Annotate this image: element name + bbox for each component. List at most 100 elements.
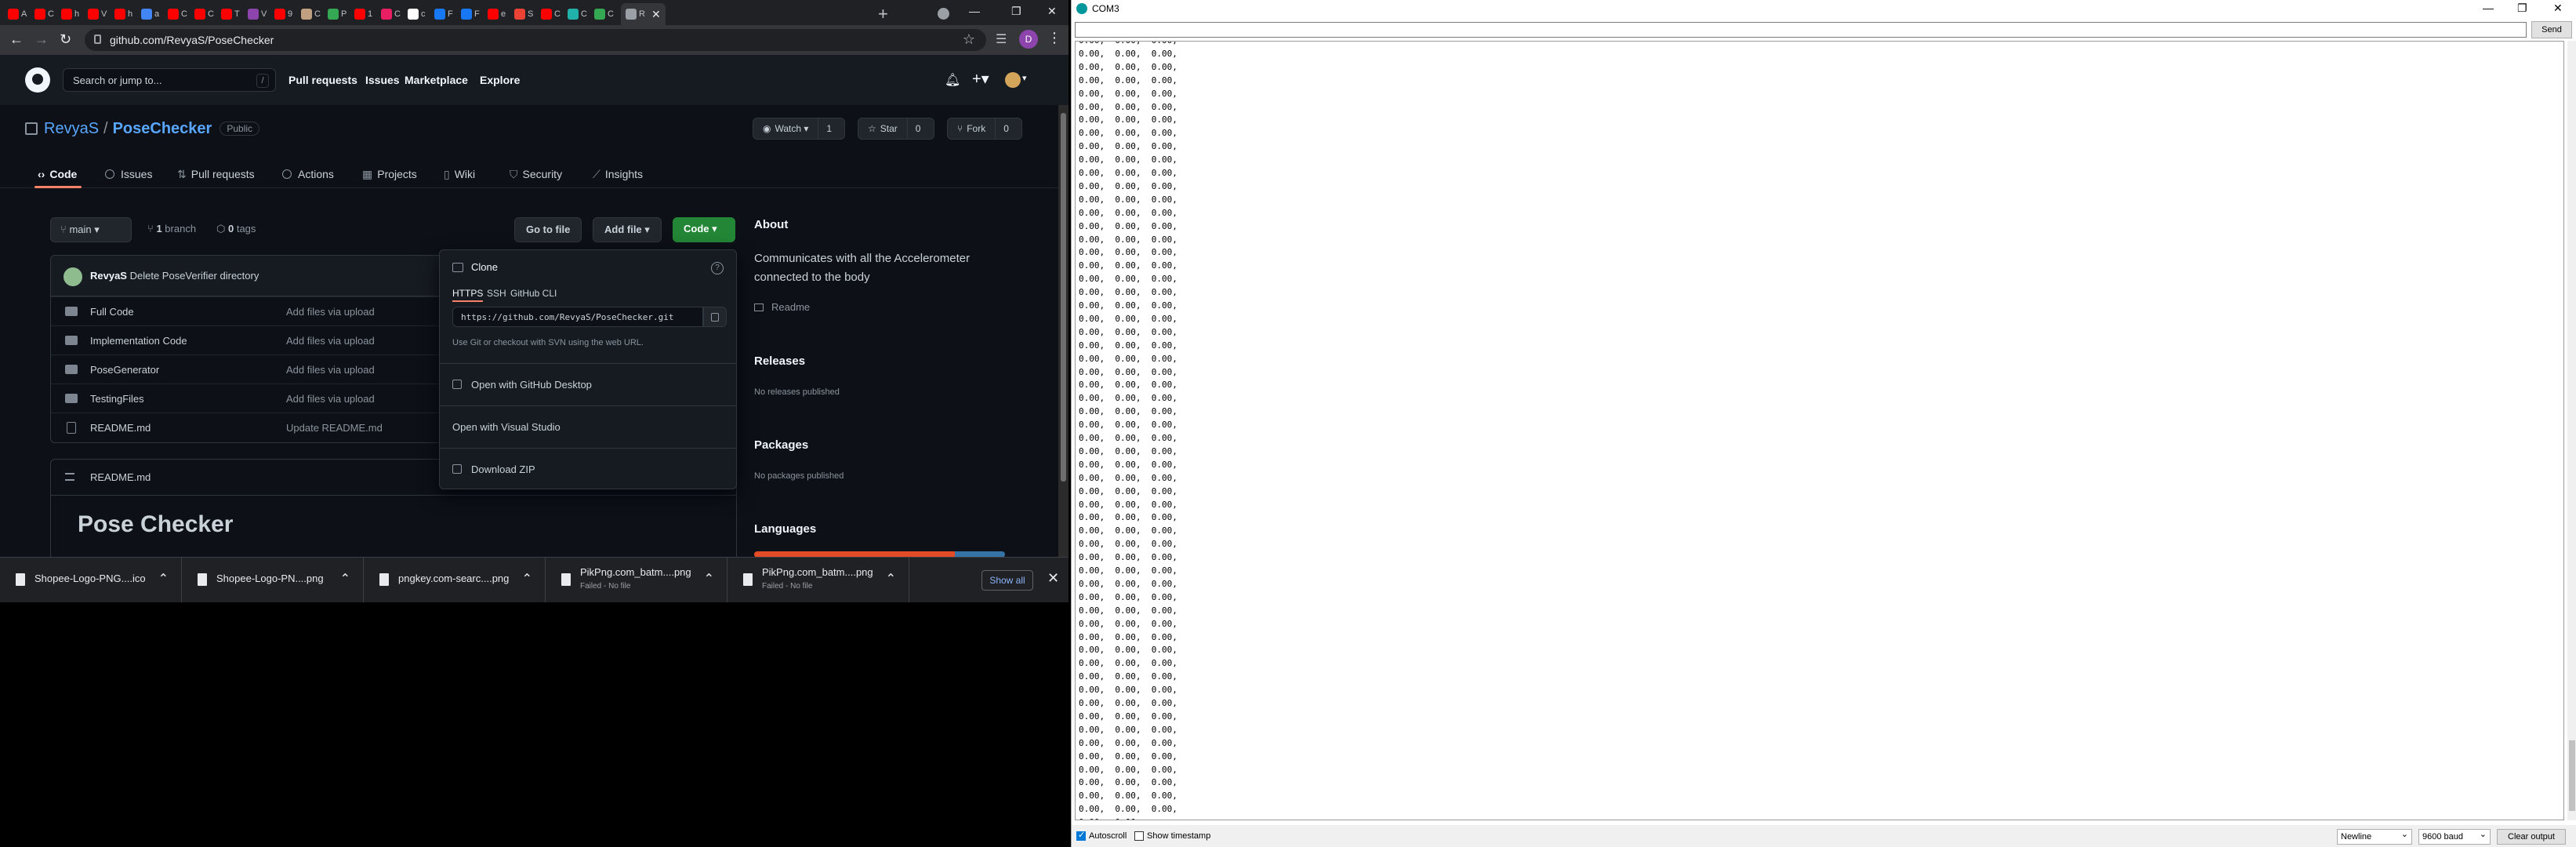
readme-link[interactable]: Readme	[754, 301, 810, 313]
file-name[interactable]: Implementation Code	[90, 335, 187, 347]
chevron-up-icon[interactable]: ⌃	[886, 571, 896, 587]
browser-tab[interactable]: T	[221, 3, 240, 25]
browser-tab[interactable]: C	[594, 3, 614, 25]
show-all-button[interactable]: Show all	[981, 570, 1033, 591]
back-icon[interactable]: ←	[9, 31, 24, 48]
bookmark-star-icon[interactable]: ☆	[963, 31, 975, 48]
address-bar[interactable]: github.com/RevyaS/PoseChecker ☆	[85, 29, 986, 51]
profile-avatar[interactable]: D	[1019, 30, 1038, 49]
browser-tab[interactable]: 9	[274, 3, 292, 25]
page-scrollbar[interactable]	[1058, 105, 1068, 557]
baud-rate-select[interactable]: 9600 baud	[2418, 829, 2491, 845]
tab-wiki[interactable]: ▯ Wiki	[444, 165, 475, 184]
browser-tab[interactable]: c	[408, 3, 426, 25]
nav-pull-requests[interactable]: Pull requests	[288, 74, 357, 86]
file-name[interactable]: TestingFiles	[90, 393, 144, 405]
forward-icon[interactable]: →	[34, 31, 49, 48]
url-text[interactable]: github.com/RevyaS/PoseChecker	[110, 34, 274, 46]
serial-scrollbar[interactable]	[2567, 41, 2576, 820]
send-button[interactable]: Send	[2531, 21, 2572, 38]
close-shelf-icon[interactable]: ✕	[1047, 570, 1059, 587]
browser-tab[interactable]: A	[8, 3, 27, 25]
fork-count[interactable]: 0	[995, 118, 1017, 139]
add-file-button[interactable]: Add file ▾	[593, 217, 662, 242]
branch-select-button[interactable]: ⑂ main ▾	[50, 217, 132, 242]
file-commit-message[interactable]: Update README.md	[286, 422, 383, 434]
file-commit-message[interactable]: Add files via upload	[286, 306, 375, 318]
browser-tab[interactable]: C	[194, 3, 214, 25]
browser-tab[interactable]: P	[328, 3, 346, 25]
file-name[interactable]: README.md	[90, 422, 151, 434]
serial-send-input[interactable]	[1075, 22, 2527, 38]
releases-heading[interactable]: Releases	[754, 354, 805, 368]
browser-tab[interactable]: h	[114, 3, 132, 25]
github-logo-icon[interactable]	[25, 67, 50, 93]
clone-url-input[interactable]: https://github.com/RevyaS/PoseChecker.gi…	[452, 307, 703, 327]
new-tab-button[interactable]: +	[878, 4, 888, 24]
serial-output[interactable]: 0.00, 0.00, 0.00, 0.00, 0.00, 0.00, 0.00, …	[1075, 41, 2564, 820]
notifications-bell-icon[interactable]: 🔔︎	[945, 72, 960, 88]
minimize-icon[interactable]: —	[969, 5, 980, 17]
repo-owner-link[interactable]: RevyaS	[44, 120, 99, 138]
nav-marketplace[interactable]: Marketplace	[405, 74, 468, 86]
close-tab-icon[interactable]: ✕	[651, 8, 661, 21]
list-icon[interactable]	[65, 473, 74, 481]
browser-tab[interactable]: F	[461, 3, 480, 25]
maximize-icon[interactable]: ❐	[1011, 5, 1021, 18]
file-commit-message[interactable]: Add files via upload	[286, 364, 375, 376]
help-icon[interactable]: ?	[711, 262, 724, 274]
browser-tab[interactable]: C	[168, 3, 187, 25]
chevron-up-icon[interactable]: ⌃	[704, 571, 714, 587]
readme-filename[interactable]: README.md	[90, 471, 151, 483]
chevron-up-icon[interactable]: ⌃	[158, 571, 169, 587]
reading-list-icon[interactable]: ☰	[996, 31, 1007, 47]
reload-icon[interactable]: ↻	[60, 31, 71, 48]
tab-projects[interactable]: ▦ Projects	[362, 165, 417, 184]
scrollbar-thumb[interactable]	[2569, 740, 2575, 811]
download-item[interactable]: Shopee-Logo-PN....png ⌃	[182, 558, 364, 602]
commit-author-avatar[interactable]	[63, 267, 82, 286]
download-item[interactable]: pngkey.com-searc....png ⌃	[364, 558, 546, 602]
file-commit-message[interactable]: Add files via upload	[286, 335, 375, 347]
tab-pull-requests[interactable]: ⇅ Pull requests	[177, 165, 255, 184]
open-github-desktop[interactable]: Open with GitHub Desktop	[440, 363, 736, 404]
file-name[interactable]: PoseGenerator	[90, 364, 159, 376]
browser-tab[interactable]: F	[434, 3, 453, 25]
fork-button[interactable]: ⑂ Fork 0	[947, 118, 1022, 140]
chrome-menu-icon[interactable]: ⋮	[1047, 30, 1061, 46]
browser-tab[interactable]: 1	[354, 3, 372, 25]
browser-tab[interactable]: C	[381, 3, 401, 25]
tab-actions[interactable]: Actions	[282, 165, 334, 184]
tab-insights[interactable]: ⟋ Insights	[593, 165, 643, 184]
close-window-icon[interactable]: ✕	[1047, 5, 1057, 18]
star-button[interactable]: ☆ Star 0	[858, 118, 934, 140]
browser-tab[interactable]: C	[541, 3, 561, 25]
chevron-up-icon[interactable]: ⌃	[522, 571, 532, 587]
watch-count[interactable]: 1	[818, 118, 840, 139]
browser-tab[interactable]: S	[514, 3, 533, 25]
commit-author[interactable]: RevyaS	[90, 270, 127, 282]
nav-explore[interactable]: Explore	[480, 74, 520, 86]
create-new-icon[interactable]: +▾	[972, 69, 989, 89]
file-name[interactable]: Full Code	[90, 306, 134, 318]
open-visual-studio[interactable]: Open with Visual Studio	[440, 405, 736, 446]
close-window-icon[interactable]: ✕	[2553, 2, 2563, 15]
go-to-file-button[interactable]: Go to file	[514, 217, 582, 242]
download-item[interactable]: Shopee-Logo-PNG....ico ⌃	[0, 558, 182, 602]
copy-button[interactable]	[703, 307, 727, 327]
download-zip[interactable]: Download ZIP	[440, 448, 736, 489]
line-ending-select[interactable]: Newline	[2337, 829, 2412, 845]
browser-tab[interactable]: e	[488, 3, 506, 25]
scrollbar-thumb[interactable]	[1061, 113, 1066, 482]
branches-link[interactable]: ⑂ 1 branch	[147, 223, 196, 234]
browser-tab[interactable]: C	[34, 3, 54, 25]
browser-tab[interactable]: h	[61, 3, 79, 25]
clear-output-button[interactable]: Clear output	[2497, 829, 2566, 845]
clone-tab-github-cli[interactable]: GitHub CLI	[510, 288, 557, 299]
browser-tab[interactable]: R ✕	[621, 3, 666, 25]
tab-security[interactable]: ⛉ Security	[510, 165, 562, 184]
autoscroll-checkbox[interactable]: Autoscroll	[1076, 830, 1127, 841]
code-button[interactable]: Code ▾	[673, 217, 735, 242]
packages-heading[interactable]: Packages	[754, 438, 808, 452]
chevron-up-icon[interactable]: ⌃	[340, 571, 350, 587]
